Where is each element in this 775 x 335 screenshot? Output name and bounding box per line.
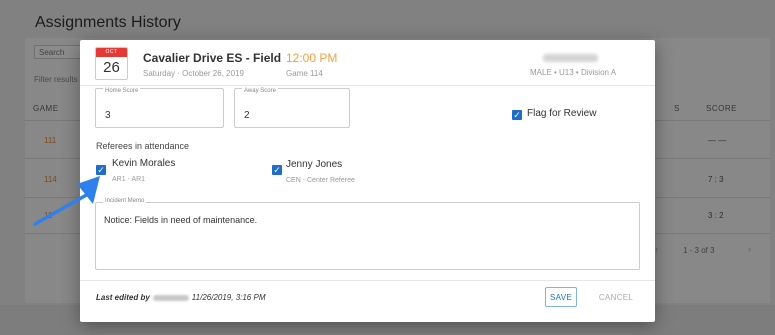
incident-memo-label: Incident Memo — [103, 198, 147, 204]
flag-review-label[interactable]: Flag for Review — [527, 108, 596, 119]
incident-memo-field[interactable]: Incident Memo Notice: Fields in need of … — [95, 198, 640, 270]
redacted-editor-name — [152, 294, 189, 301]
away-score-field[interactable]: Away Score 2 — [234, 88, 350, 128]
last-edited-prefix: Last edited by — [96, 293, 150, 302]
footer-divider — [80, 280, 655, 281]
check-icon: ✓ — [97, 165, 105, 175]
home-score-label: Home Score — [103, 88, 141, 94]
last-edited-info: Last edited by 11/26/2019, 3:16 PM — [96, 293, 265, 302]
referee-checkbox-2[interactable]: ✓ — [272, 165, 282, 175]
incident-memo-text[interactable]: Notice: Fields in need of maintenance. — [104, 215, 257, 225]
referee-checkbox-1[interactable]: ✓ — [96, 165, 106, 175]
save-button[interactable]: SAVE — [545, 287, 577, 307]
cancel-button[interactable]: CANCEL — [598, 287, 634, 307]
dialog-header: OCT 26 Cavalier Drive ES - Field 12:00 P… — [80, 40, 655, 86]
calendar-day: 26 — [103, 59, 120, 76]
check-icon: ✓ — [273, 165, 281, 175]
calendar-icon: OCT 26 — [95, 47, 128, 80]
flag-review-checkbox[interactable]: ✓ — [512, 110, 522, 120]
home-score-field[interactable]: Home Score 3 — [95, 88, 224, 128]
game-date: Saturday · October 26, 2019 — [143, 69, 244, 78]
redacted-team-names — [543, 54, 598, 62]
referee-name-1: Kevin Morales — [112, 158, 176, 169]
last-edited-date: 11/26/2019, 3:16 PM — [191, 293, 266, 302]
referee-name-2: Jenny Jones — [286, 159, 343, 170]
away-score-value: 2 — [244, 110, 250, 121]
away-score-label: Away Score — [242, 88, 278, 94]
game-report-dialog: OCT 26 Cavalier Drive ES - Field 12:00 P… — [80, 40, 655, 322]
referees-label: Referees in attendance — [96, 141, 190, 151]
referee-role-1: AR1 - AR1 — [112, 176, 146, 183]
division-info: MALE • U13 • Division A — [530, 68, 617, 77]
calendar-month: OCT — [96, 48, 127, 57]
home-score-value: 3 — [105, 110, 111, 121]
referee-role-2: CEN - Center Referee — [286, 177, 355, 184]
game-number: Game 114 — [286, 69, 323, 78]
check-icon: ✓ — [513, 110, 521, 120]
venue-title: Cavalier Drive ES - Field — [143, 51, 282, 65]
game-time: 12:00 PM — [286, 51, 338, 65]
